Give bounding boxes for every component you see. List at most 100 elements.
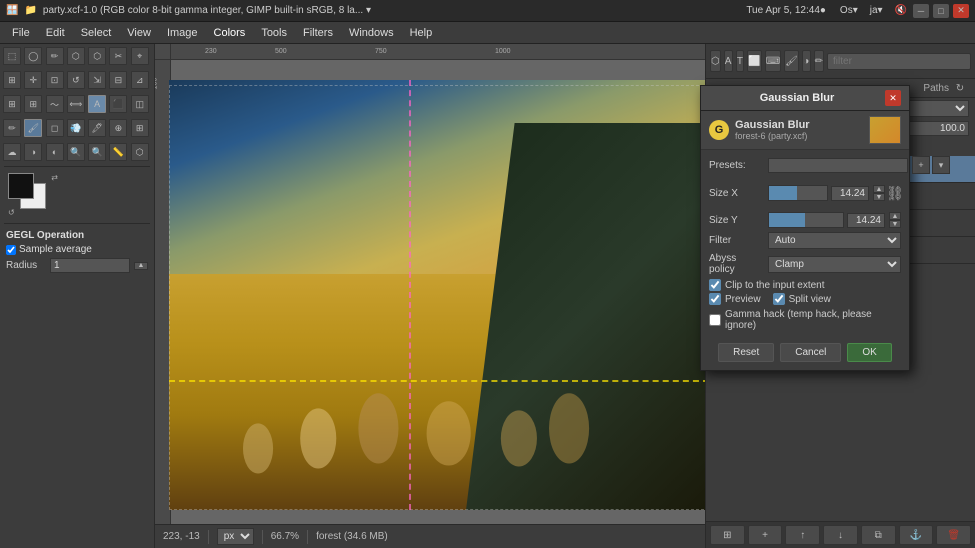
new-layer-group-button[interactable]: ⊞ [710,525,745,545]
panel-icon-6[interactable]: 🖌 [784,50,799,72]
size-y-slider[interactable] [768,212,844,228]
tool-scissors[interactable]: ✂ [109,47,127,65]
tool-rect-select[interactable]: ⬚ [3,47,21,65]
tool-scale[interactable]: ⇲ [88,71,106,89]
maximize-button[interactable]: □ [933,4,949,18]
panel-icon-8[interactable]: ✏ [814,50,824,72]
panel-icon-4[interactable]: ⬜ [747,50,761,72]
unit-select[interactable]: px % [217,528,254,545]
size-y-label: Size Y [709,215,764,226]
menu-filters[interactable]: Filters [295,25,341,41]
abyss-select[interactable]: Clamp None Loop [768,256,901,273]
panel-icon-3[interactable]: T [736,50,745,72]
lower-layer-button[interactable]: ↓ [823,525,858,545]
menu-image[interactable]: Image [159,25,206,41]
clip-input-label: Clip to the input extent [725,280,825,291]
tool-blend[interactable]: ◫ [131,95,149,113]
canvas-image[interactable] [169,80,705,510]
presets-input[interactable] [768,158,908,173]
tool-airbrush[interactable]: 💨 [67,119,85,137]
tool-foreground-select[interactable]: ⌖ [131,47,149,65]
tool-bucket-fill[interactable]: ⬛ [109,95,127,113]
filter-select[interactable]: Auto IIR RLE [768,232,901,249]
menu-help[interactable]: Help [402,25,441,41]
tool-text[interactable]: A [88,95,106,113]
size-y-input[interactable] [847,213,885,228]
sample-average-checkbox[interactable] [6,245,16,255]
filter-input[interactable] [827,53,971,70]
panel-icon-2[interactable]: A [724,50,733,72]
tool-measure[interactable]: 📏 [109,143,127,161]
cancel-button[interactable]: Cancel [780,343,841,362]
menu-windows[interactable]: Windows [341,25,402,41]
tool-free-select[interactable]: ✏ [46,47,64,65]
menu-edit[interactable]: Edit [38,25,73,41]
menu-tools[interactable]: Tools [253,25,295,41]
anchor-layer-button[interactable]: ⚓ [899,525,934,545]
panel-icon-5[interactable]: ⌨ [765,50,781,72]
tool-by-color[interactable]: ⬡ [88,47,106,65]
split-view-checkbox[interactable] [773,293,785,305]
size-x-spin-down[interactable]: ▼ [873,193,885,201]
size-x-input[interactable] [831,186,869,201]
panel-icon-1[interactable]: ⬡ [710,50,721,72]
paths-refresh-icon[interactable]: ↻ [953,81,967,95]
tool-desaturate[interactable]: ◐ [46,143,64,161]
ok-button[interactable]: OK [847,343,891,362]
tool-rotate[interactable]: ↺ [67,71,85,89]
tool-heal[interactable]: ⊕ [109,119,127,137]
clip-input-checkbox[interactable] [709,279,721,291]
size-y-spin-up[interactable]: ▲ [889,212,901,220]
tool-flip[interactable]: ⟺ [67,95,85,113]
preset-add-button[interactable]: + [912,156,930,174]
tool-align[interactable]: ⊞ [3,71,21,89]
tool-handle-transform[interactable]: ⊞ [24,95,42,113]
tool-gegl[interactable]: ⬡ [131,143,149,161]
panel-icon-7[interactable]: ◑ [802,50,811,72]
lang-indicator[interactable]: ja▾ [870,5,883,16]
size-x-slider[interactable] [768,185,828,201]
menu-view[interactable]: View [119,25,159,41]
tool-shear[interactable]: ⊟ [109,71,127,89]
menu-select[interactable]: Select [73,25,120,41]
radius-spin-up[interactable]: ▲ [134,262,148,270]
swap-colors-icon[interactable]: ⇄ [51,173,58,182]
canvas-wrapper[interactable]: 160 [155,60,705,524]
menu-colors[interactable]: Colors [206,25,254,41]
dialog-close-button[interactable]: ✕ [885,90,901,106]
minimize-button[interactable]: ─ [913,4,929,18]
tool-perspective[interactable]: ⊿ [131,71,149,89]
tool-dodge-burn[interactable]: ◑ [24,143,42,161]
tool-clone[interactable]: ⊞ [131,119,149,137]
reset-colors-icon[interactable]: ↺ [8,208,15,217]
foreground-color-box[interactable] [8,173,34,199]
raise-layer-button[interactable]: ↑ [785,525,820,545]
tool-paintbrush[interactable]: 🖌 [24,119,42,137]
chain-link-icon[interactable]: ⛓ [889,178,901,208]
size-x-spin-up[interactable]: ▲ [873,185,885,193]
tool-unified-transform[interactable]: ⊞ [3,95,21,113]
delete-layer-button[interactable]: 🗑 [936,525,971,545]
size-y-spin-down[interactable]: ▼ [889,220,901,228]
tool-eraser[interactable]: ◻ [46,119,64,137]
duplicate-layer-button[interactable]: ⧉ [861,525,896,545]
new-layer-button[interactable]: + [748,525,783,545]
reset-button[interactable]: Reset [718,343,774,362]
radius-input[interactable] [50,258,130,273]
tool-move[interactable]: ✛ [24,71,42,89]
preset-menu-button[interactable]: ▾ [932,156,950,174]
tool-crop[interactable]: ⊡ [46,71,64,89]
preview-checkbox[interactable] [709,293,721,305]
tool-smudge[interactable]: ☁ [3,143,21,161]
tool-warp[interactable]: 〜 [46,95,64,113]
tool-ellipse-select[interactable]: ◯ [24,47,42,65]
menu-file[interactable]: File [4,25,38,41]
tool-fuzzy-select[interactable]: ⬡ [67,47,85,65]
tool-ink[interactable]: 🖊 [88,119,106,137]
os-indicator[interactable]: Os▾ [840,5,858,16]
tool-zoom[interactable]: 🔍 [88,143,106,161]
gamma-hack-checkbox[interactable] [709,314,721,326]
close-button[interactable]: ✕ [953,4,969,18]
tool-color-picker[interactable]: 🔍 [67,143,85,161]
tool-pencil[interactable]: ✏ [3,119,21,137]
